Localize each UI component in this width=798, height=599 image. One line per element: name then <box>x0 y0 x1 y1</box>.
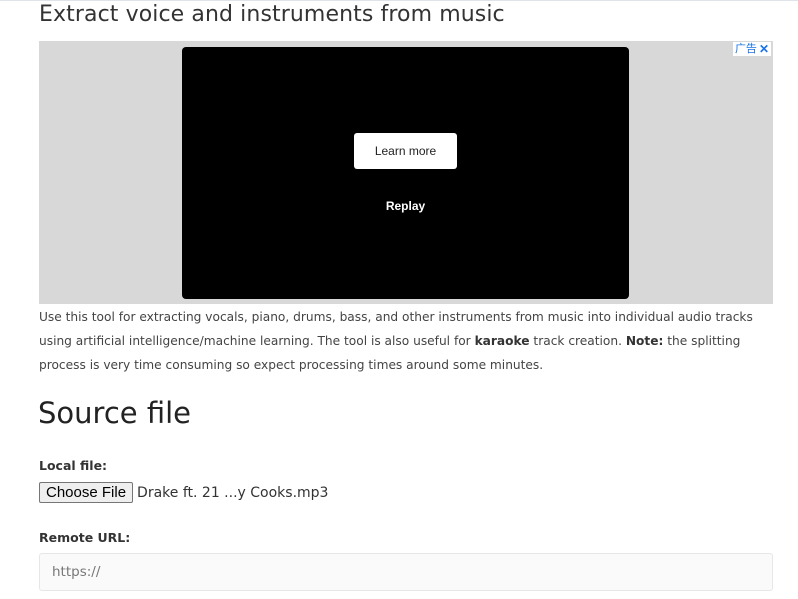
learn-more-button[interactable]: Learn more <box>354 133 457 169</box>
ad-video-player[interactable]: Learn more Replay <box>182 47 629 299</box>
description-text: track creation. <box>529 334 626 348</box>
karaoke-keyword: karaoke <box>474 334 530 348</box>
choose-file-button[interactable]: Choose File <box>39 482 134 503</box>
note-label: Note: <box>625 334 664 348</box>
file-input[interactable]: Choose File Drake ft. 21 ...y Cooks.mp3 <box>39 482 328 503</box>
tool-description: Use this tool for extracting vocals, pia… <box>39 305 779 377</box>
ad-choices-badge[interactable]: 广告 ✕ <box>732 42 771 56</box>
section-title: Source file <box>38 396 191 430</box>
page-title: Extract voice and instruments from music <box>39 2 505 27</box>
ad-banner: 广告 ✕ Learn more Replay <box>39 41 773 304</box>
replay-button[interactable]: Replay <box>182 199 629 213</box>
top-divider <box>0 0 798 1</box>
remote-url-label: Remote URL: <box>39 530 131 545</box>
ad-label: 广告 <box>734 43 757 55</box>
close-icon[interactable]: ✕ <box>759 42 769 56</box>
remote-url-input[interactable] <box>39 553 773 591</box>
selected-file-name: Drake ft. 21 ...y Cooks.mp3 <box>137 484 329 501</box>
local-file-label: Local file: <box>39 458 108 473</box>
